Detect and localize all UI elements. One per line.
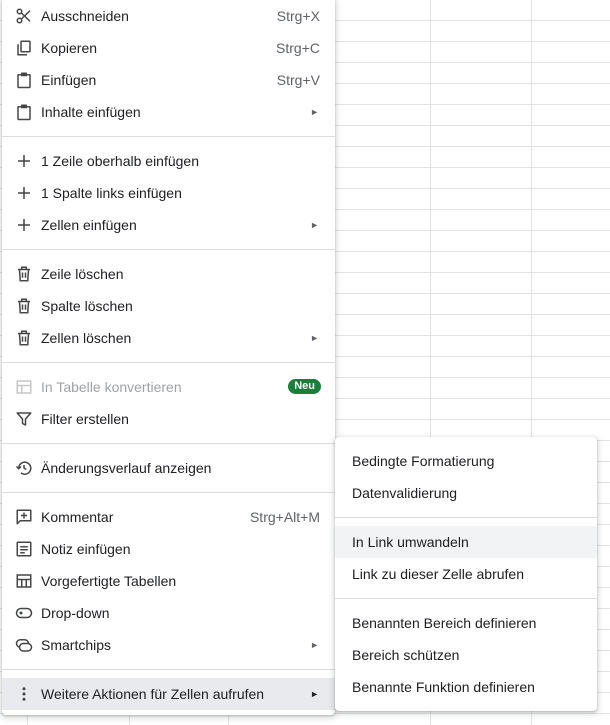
menu-item-more-cell-actions[interactable]: Weitere Aktionen für Zellen aufrufen ► — [2, 678, 335, 710]
menu-item-label: In Tabelle konvertieren — [41, 379, 182, 395]
menu-item-paste[interactable]: Einfügen Strg+V — [2, 64, 335, 96]
plus-icon — [15, 184, 33, 202]
menu-item-create-filter[interactable]: Filter erstellen — [2, 403, 335, 435]
menu-item-label: Drop-down — [41, 605, 110, 621]
menu-item-label: Kommentar — [41, 509, 114, 525]
clipboard-icon — [15, 103, 33, 121]
menu-item-copy[interactable]: Kopieren Strg+C — [2, 32, 335, 64]
menu-item-delete-cells[interactable]: Zellen löschen ► — [2, 322, 335, 354]
menu-item-shortcut: Strg+V — [276, 72, 320, 88]
menu-separator — [2, 669, 335, 670]
menu-separator — [2, 249, 335, 250]
menu-item-label: 1 Zeile oberhalb einfügen — [41, 153, 200, 169]
dropdown-chip-icon — [15, 604, 33, 622]
history-icon — [15, 459, 33, 477]
comment-add-icon — [15, 508, 33, 526]
menu-item-dropdown[interactable]: Drop-down — [2, 597, 335, 629]
submenu-arrow-icon: ► — [310, 689, 319, 699]
menu-item-insert-cells[interactable]: Zellen einfügen ► — [2, 209, 335, 241]
submenu-item-label: Benannten Bereich definieren — [352, 615, 537, 631]
menu-item-shortcut: Strg+Alt+M — [249, 509, 320, 525]
copy-icon — [15, 39, 33, 57]
submenu-item-label: Benannte Funktion definieren — [352, 679, 535, 695]
menu-separator — [335, 517, 597, 518]
submenu-item-conditional-formatting[interactable]: Bedingte Formatierung — [335, 445, 597, 477]
menu-item-label: Notiz einfügen — [41, 541, 131, 557]
submenu-item-label: Datenvalidierung — [352, 485, 458, 501]
menu-item-label: Kopieren — [41, 40, 98, 56]
submenu-arrow-icon: ► — [310, 220, 319, 230]
submenu-arrow-icon: ► — [310, 640, 319, 650]
submenu-item-define-named-range[interactable]: Benannten Bereich definieren — [335, 607, 597, 639]
menu-item-label: Spalte löschen — [41, 298, 133, 314]
menu-item-comment[interactable]: Kommentar Strg+Alt+M — [2, 501, 335, 533]
menu-item-paste-special[interactable]: Inhalte einfügen ► — [2, 96, 335, 128]
more-vert-icon — [15, 685, 33, 703]
trash-icon — [15, 265, 33, 283]
cell-context-menu: Ausschneiden Strg+X Kopieren Strg+C Einf… — [2, 0, 335, 715]
trash-icon — [15, 329, 33, 347]
menu-item-label: Weitere Aktionen für Zellen aufrufen — [41, 686, 265, 702]
submenu-item-get-cell-link[interactable]: Link zu dieser Zelle abrufen — [335, 558, 597, 590]
menu-item-label: Zellen löschen — [41, 330, 132, 346]
scissors-icon — [15, 7, 33, 25]
menu-separator — [2, 492, 335, 493]
menu-item-label: Smartchips — [41, 637, 112, 653]
submenu-item-define-named-function[interactable]: Benannte Funktion definieren — [335, 671, 597, 703]
menu-item-label: Filter erstellen — [41, 411, 129, 427]
menu-item-shortcut: Strg+X — [276, 8, 320, 24]
plus-icon — [15, 216, 33, 234]
menu-item-smartchips[interactable]: Smartchips ► — [2, 629, 335, 661]
menu-separator — [335, 598, 597, 599]
menu-item-cut[interactable]: Ausschneiden Strg+X — [2, 0, 335, 32]
menu-item-convert-to-table: In Tabelle konvertieren Neu — [2, 371, 335, 403]
menu-separator — [2, 136, 335, 137]
menu-item-insert-note[interactable]: Notiz einfügen — [2, 533, 335, 565]
menu-item-insert-column-left[interactable]: 1 Spalte links einfügen — [2, 177, 335, 209]
menu-item-label: Inhalte einfügen — [41, 104, 141, 120]
menu-item-prebuilt-tables[interactable]: Vorgefertigte Tabellen — [2, 565, 335, 597]
menu-item-label: 1 Spalte links einfügen — [41, 185, 182, 201]
menu-item-label: Zeile löschen — [41, 266, 124, 282]
more-cell-actions-submenu: Bedingte Formatierung Datenvalidierung I… — [335, 437, 597, 711]
note-icon — [15, 540, 33, 558]
clipboard-icon — [15, 71, 33, 89]
submenu-arrow-icon: ► — [310, 107, 319, 117]
menu-item-shortcut: Strg+C — [276, 40, 320, 56]
submenu-item-label: Bereich schützen — [352, 647, 460, 663]
submenu-item-data-validation[interactable]: Datenvalidierung — [335, 477, 597, 509]
menu-item-label: Einfügen — [41, 72, 97, 88]
menu-item-label: Änderungsverlauf anzeigen — [41, 460, 212, 476]
menu-item-label: Zellen einfügen — [41, 217, 137, 233]
submenu-item-label: Link zu dieser Zelle abrufen — [352, 566, 524, 582]
menu-item-insert-row-above[interactable]: 1 Zeile oberhalb einfügen — [2, 145, 335, 177]
trash-icon — [15, 297, 33, 315]
menu-separator — [2, 362, 335, 363]
submenu-item-protect-range[interactable]: Bereich schützen — [335, 639, 597, 671]
menu-item-label: Vorgefertigte Tabellen — [41, 573, 177, 589]
menu-item-delete-row[interactable]: Zeile löschen — [2, 258, 335, 290]
submenu-item-label: Bedingte Formatierung — [352, 453, 495, 469]
plus-icon — [15, 152, 33, 170]
new-badge: Neu — [288, 379, 321, 394]
submenu-item-convert-to-link[interactable]: In Link umwandeln — [335, 526, 597, 558]
menu-item-label: Ausschneiden — [41, 8, 129, 24]
filter-icon — [15, 410, 33, 428]
menu-item-show-edit-history[interactable]: Änderungsverlauf anzeigen — [2, 452, 335, 484]
table-icon — [15, 378, 33, 396]
submenu-arrow-icon: ► — [310, 333, 319, 343]
submenu-item-label: In Link umwandeln — [352, 534, 469, 550]
menu-separator — [2, 443, 335, 444]
table-icon — [15, 572, 33, 590]
smartchip-icon — [15, 636, 33, 654]
menu-item-delete-column[interactable]: Spalte löschen — [2, 290, 335, 322]
